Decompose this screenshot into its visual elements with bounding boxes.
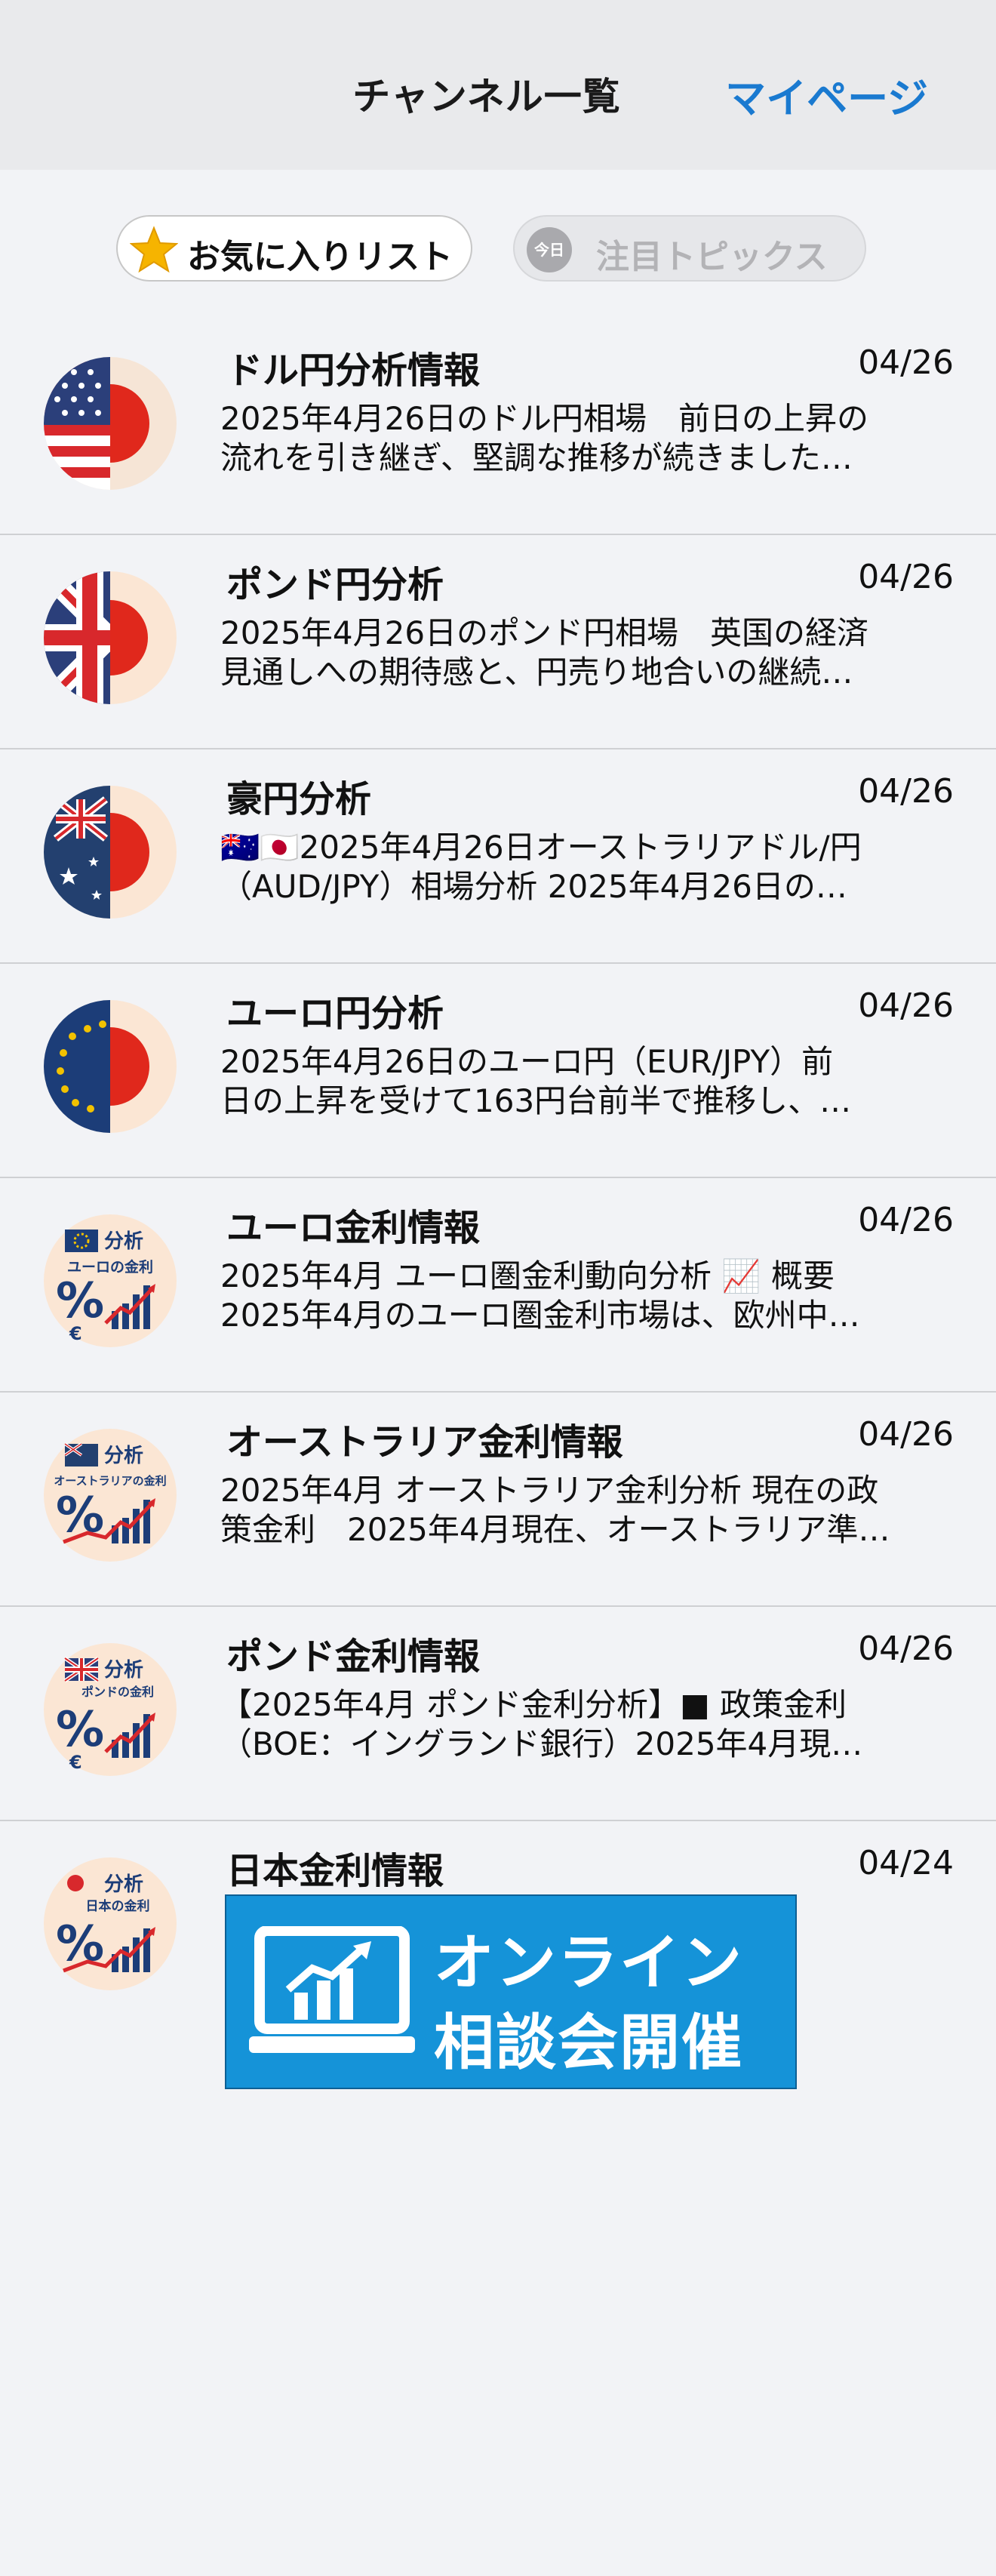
excerpt-line: 2025年4月 オーストラリア金利分析 現在の政 bbox=[220, 1472, 879, 1509]
aud-jpy-flag-icon bbox=[44, 786, 177, 919]
channel-excerpt: 【2025年4月 ポンド金利分析】■ 政策金利 （BOE：イングランド銀行）20… bbox=[220, 1685, 930, 1764]
channel-date: 04/24 bbox=[858, 1844, 954, 1882]
channel-row-australia-rates[interactable]: 分析 オーストラリアの金利 % オーストラリア金利情報 04/26 2025年4… bbox=[0, 1393, 996, 1607]
favorites-tab[interactable]: お気に入りリスト bbox=[116, 215, 472, 282]
excerpt-line: 2025年4月 ユーロ圏金利動向分析 📈 概要 bbox=[220, 1257, 835, 1294]
channel-date: 04/26 bbox=[858, 772, 954, 811]
channel-row-euro-rates[interactable]: 分析 ユーロの金利 % € ユーロ金利情報 04/26 2025年4月 ユーロ圏… bbox=[0, 1178, 996, 1393]
euro-interest-rate-icon: 分析 ユーロの金利 % € bbox=[44, 1214, 177, 1347]
star-icon bbox=[130, 226, 178, 273]
channel-excerpt: 2025年4月 ユーロ圏金利動向分析 📈 概要 2025年4月のユーロ圏金利市場… bbox=[220, 1257, 930, 1335]
excerpt-line: 流れを引き継ぎ、堅調な推移が続きました… bbox=[220, 439, 853, 476]
mypage-link[interactable]: マイページ bbox=[725, 65, 928, 125]
eur-jpy-flag-icon bbox=[44, 1000, 177, 1133]
icon-caption: 分析 bbox=[104, 1445, 143, 1467]
icon-caption: 分析 bbox=[104, 1659, 143, 1682]
excerpt-line: （AUD/JPY）相場分析 2025年4月26日の… bbox=[220, 868, 847, 905]
channel-date: 04/26 bbox=[858, 1415, 954, 1454]
channel-excerpt: 2025年4月26日のユーロ円（EUR/JPY）前 日の上昇を受けて163円台前… bbox=[220, 1042, 930, 1121]
excerpt-line: 2025年4月26日のユーロ円（EUR/JPY）前 bbox=[220, 1043, 834, 1080]
channel-date: 04/26 bbox=[858, 1201, 954, 1239]
excerpt-line: 【2025年4月 ポンド金利分析】■ 政策金利 bbox=[220, 1686, 847, 1723]
topics-tab-label: 注目トピックス bbox=[596, 238, 828, 276]
channel-row-usd-jpy[interactable]: ドル円分析情報 04/26 2025年4月26日のドル円相場 前日の上昇の 流れ… bbox=[0, 321, 996, 535]
channel-title: 豪円分析 bbox=[226, 778, 372, 820]
channel-date: 04/26 bbox=[858, 558, 954, 596]
topics-tab[interactable]: 今日 注目トピックス bbox=[513, 215, 866, 282]
excerpt-line: 🇦🇺🇯🇵2025年4月26日オーストラリアドル/円 bbox=[220, 829, 862, 866]
channel-row-gbp-jpy[interactable]: ポンド円分析 04/26 2025年4月26日のポンド円相場 英国の経済 見通し… bbox=[0, 535, 996, 749]
online-consultation-banner[interactable]: オンライン 相談会開催 bbox=[225, 1894, 797, 2089]
pound-interest-rate-icon: 分析 ポンドの金利 % € bbox=[44, 1643, 177, 1776]
channel-row-aud-jpy[interactable]: 豪円分析 04/26 🇦🇺🇯🇵2025年4月26日オーストラリアドル/円 （AU… bbox=[0, 749, 996, 964]
excerpt-line: 2025年4月のユーロ圏金利市場は、欧州中… bbox=[220, 1297, 860, 1334]
icon-caption: オーストラリアの金利 bbox=[54, 1474, 166, 1488]
monitor-chart-icon bbox=[249, 1926, 415, 2053]
channel-title: ポンド金利情報 bbox=[226, 1636, 481, 1678]
excerpt-line: 見通しへの期待感と、円売り地合いの継続… bbox=[220, 654, 853, 691]
channel-date: 04/26 bbox=[858, 986, 954, 1025]
channel-excerpt: 2025年4月26日のポンド円相場 英国の経済 見通しへの期待感と、円売り地合い… bbox=[220, 614, 930, 692]
channel-row-eur-jpy[interactable]: ユーロ円分析 04/26 2025年4月26日のユーロ円（EUR/JPY）前 日… bbox=[0, 964, 996, 1178]
svg-text:%: % bbox=[56, 1702, 104, 1758]
icon-caption: ポンドの金利 bbox=[81, 1685, 154, 1699]
app-header: チャンネル一覧 マイページ bbox=[0, 0, 996, 170]
channel-date: 04/26 bbox=[858, 1630, 954, 1668]
channel-title: 日本金利情報 bbox=[226, 1850, 444, 1892]
svg-text:€: € bbox=[69, 1752, 82, 1773]
filter-tabs: お気に入りリスト 今日 注目トピックス bbox=[0, 170, 996, 321]
icon-caption: 分析 bbox=[104, 1873, 143, 1896]
favorites-tab-label: お気に入りリスト bbox=[187, 238, 453, 276]
today-badge: 今日 bbox=[527, 227, 572, 272]
icon-caption: 日本の金利 bbox=[86, 1898, 150, 1914]
channel-row-japan-rates[interactable]: 分析 日本の金利 % 日本金利情報 04/24 オンライン 相談会開催 bbox=[0, 1821, 996, 2576]
usd-jpy-flag-icon bbox=[44, 357, 177, 490]
channel-title: ドル円分析情報 bbox=[226, 349, 481, 392]
excerpt-line: 策金利 2025年4月現在、オーストラリア準… bbox=[220, 1511, 890, 1548]
channel-row-pound-rates[interactable]: 分析 ポンドの金利 % € ポンド金利情報 04/26 【2025年4月 ポンド… bbox=[0, 1607, 996, 1821]
channel-title: オーストラリア金利情報 bbox=[226, 1421, 623, 1463]
channel-title: ユーロ金利情報 bbox=[226, 1207, 481, 1249]
channel-excerpt: 🇦🇺🇯🇵2025年4月26日オーストラリアドル/円 （AUD/JPY）相場分析 … bbox=[220, 828, 930, 906]
svg-text:€: € bbox=[69, 1323, 82, 1344]
channel-list: ドル円分析情報 04/26 2025年4月26日のドル円相場 前日の上昇の 流れ… bbox=[0, 321, 996, 2576]
australia-interest-rate-icon: 分析 オーストラリアの金利 % bbox=[44, 1429, 177, 1562]
svg-text:%: % bbox=[56, 1273, 104, 1329]
excerpt-line: 2025年4月26日のポンド円相場 英国の経済 bbox=[220, 614, 869, 651]
channel-excerpt: 2025年4月26日のドル円相場 前日の上昇の 流れを引き継ぎ、堅調な推移が続き… bbox=[220, 399, 930, 478]
excerpt-line: 日の上昇を受けて163円台前半で推移し、… bbox=[220, 1082, 852, 1119]
channel-title: ユーロ円分析 bbox=[226, 993, 444, 1035]
channel-excerpt: 2025年4月 オーストラリア金利分析 現在の政 策金利 2025年4月現在、オ… bbox=[220, 1471, 930, 1550]
japan-interest-rate-icon: 分析 日本の金利 % bbox=[44, 1857, 177, 1990]
banner-line-2: 相談会開催 bbox=[434, 2008, 743, 2078]
gbp-jpy-flag-icon bbox=[44, 571, 177, 704]
excerpt-line: （BOE：イングランド銀行）2025年4月現… bbox=[220, 1725, 863, 1762]
channel-date: 04/26 bbox=[858, 343, 954, 382]
excerpt-line: 2025年4月26日のドル円相場 前日の上昇の bbox=[220, 400, 869, 437]
icon-caption: 分析 bbox=[104, 1230, 143, 1253]
banner-line-1: オンライン bbox=[434, 1928, 743, 1998]
channel-title: ポンド円分析 bbox=[226, 564, 444, 606]
